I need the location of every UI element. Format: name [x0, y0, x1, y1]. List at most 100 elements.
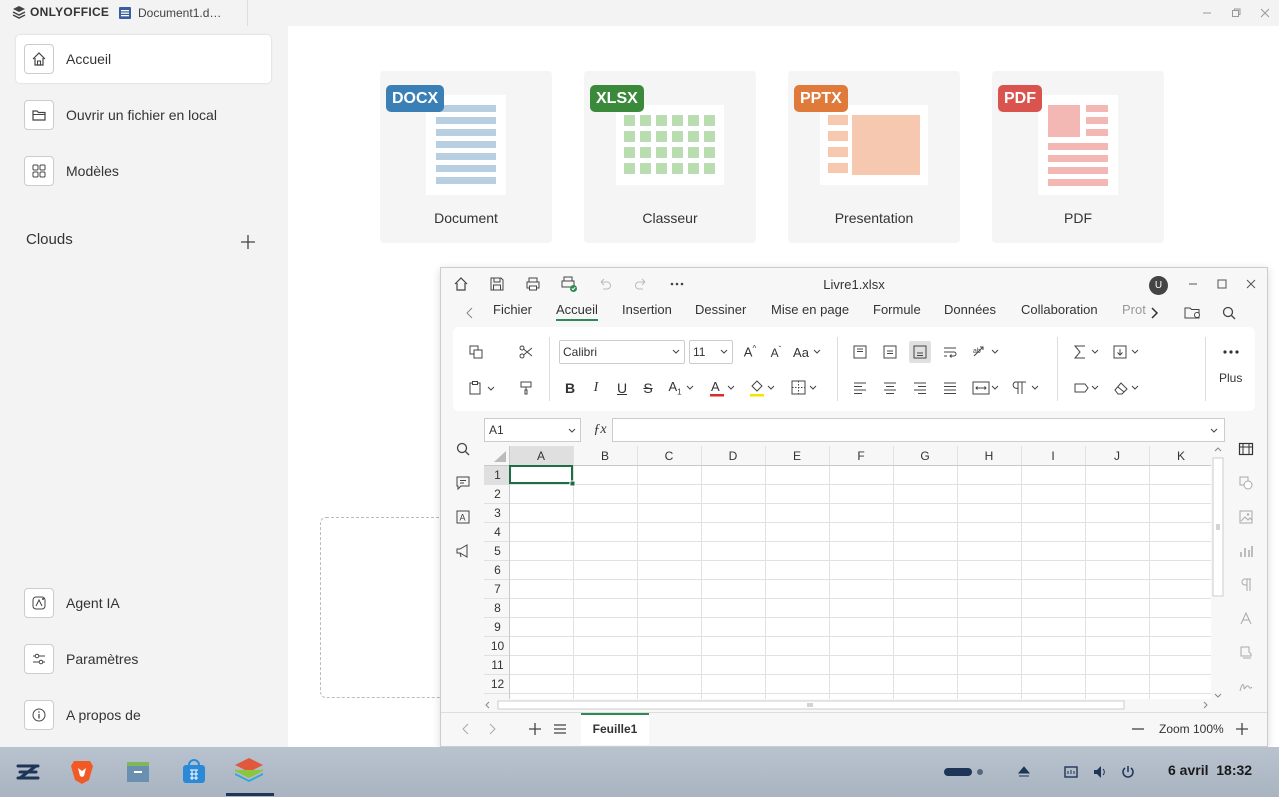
user-avatar[interactable]: U — [1149, 276, 1168, 295]
search-button[interactable] — [1218, 302, 1240, 324]
indent-button[interactable] — [1009, 377, 1045, 399]
align-left-button[interactable] — [849, 377, 871, 399]
vertical-scrollbar[interactable] — [1211, 446, 1225, 699]
insert-function-button[interactable]: ƒx — [589, 419, 611, 441]
strikethrough-button[interactable]: S — [637, 377, 659, 399]
tab-fichier[interactable]: Fichier — [493, 302, 532, 317]
maximize-button[interactable] — [1221, 0, 1250, 26]
paste-button[interactable] — [465, 377, 499, 399]
align-top-button[interactable] — [849, 341, 871, 363]
named-ranges-button[interactable] — [1069, 377, 1105, 399]
spreadsheet-grid[interactable]: A B C D E F G H I J K 1 2 3 4 5 6 7 8 9 10 11 12 — [484, 446, 1211, 699]
align-bottom-button[interactable] — [909, 341, 931, 363]
selected-cell[interactable] — [509, 465, 573, 484]
comments-button[interactable] — [452, 472, 474, 494]
align-center-button[interactable] — [879, 377, 901, 399]
add-cloud-button[interactable] — [238, 232, 258, 252]
tabs-scroll-left[interactable] — [461, 302, 479, 324]
pivot-settings-button[interactable] — [1235, 642, 1257, 664]
format-painter-button[interactable] — [515, 377, 537, 399]
files-button[interactable] — [122, 756, 154, 788]
row-header[interactable]: 1 — [494, 468, 501, 482]
change-case-button[interactable]: Aa — [789, 341, 825, 363]
italic-button[interactable]: I — [585, 377, 607, 399]
paragraph-settings-button[interactable] — [1235, 574, 1257, 596]
font-size-select[interactable]: 11 — [689, 340, 733, 364]
column-header[interactable]: K — [1177, 449, 1185, 463]
column-header[interactable]: J — [1114, 449, 1120, 463]
tab-collaboration[interactable]: Collaboration — [1021, 302, 1098, 317]
create-pdf-card[interactable]: PDF PDF — [992, 71, 1164, 243]
brave-browser-button[interactable] — [66, 756, 98, 788]
align-right-button[interactable] — [909, 377, 931, 399]
more-button[interactable] — [1219, 341, 1243, 363]
next-sheet-button[interactable] — [481, 718, 503, 740]
justify-button[interactable] — [939, 377, 961, 399]
clear-button[interactable] — [1109, 377, 1145, 399]
feedback-button[interactable] — [452, 540, 474, 562]
formula-input[interactable] — [612, 418, 1225, 442]
subscript-button[interactable]: A1 — [663, 377, 699, 399]
zoom-out-button[interactable] — [1127, 718, 1149, 740]
tab-donnees[interactable]: Données — [944, 302, 996, 317]
sidebar-item-a-propos[interactable]: A propos de — [16, 691, 271, 739]
row-header[interactable]: 11 — [491, 658, 504, 672]
column-header[interactable]: H — [985, 449, 994, 463]
zoom-in-button[interactable] — [1231, 718, 1253, 740]
fill-button[interactable] — [1109, 341, 1145, 363]
previous-sheet-button[interactable] — [455, 718, 477, 740]
column-header[interactable]: A — [537, 449, 545, 463]
copy-button[interactable] — [465, 341, 487, 363]
software-store-button[interactable] — [178, 756, 210, 788]
close-button[interactable] — [1250, 0, 1279, 26]
network-button[interactable] — [1055, 756, 1087, 788]
tab-mise-en-page[interactable]: Mise en page — [771, 302, 849, 317]
sheet-list-button[interactable] — [549, 718, 571, 740]
sidebar-item-open-local[interactable]: Ouvrir un fichier en local — [16, 91, 271, 139]
sidebar-item-accueil[interactable]: Accueil — [16, 35, 271, 83]
editor-close-button[interactable] — [1240, 273, 1262, 295]
image-settings-button[interactable] — [1235, 506, 1257, 528]
row-header[interactable]: 10 — [491, 639, 505, 653]
fill-handle[interactable] — [569, 480, 576, 487]
column-header[interactable]: D — [729, 449, 738, 463]
borders-button[interactable] — [787, 377, 823, 399]
orientation-button[interactable]: ab — [969, 341, 1005, 363]
tab-dessiner[interactable]: Dessiner — [695, 302, 746, 317]
align-middle-button[interactable] — [879, 341, 901, 363]
wrap-text-button[interactable] — [939, 341, 961, 363]
cut-button[interactable] — [515, 341, 537, 363]
merge-cells-button[interactable] — [969, 377, 1005, 399]
tabs-scroll-right[interactable] — [1145, 302, 1163, 324]
power-button[interactable] — [1112, 756, 1144, 788]
font-color-button[interactable]: A — [705, 377, 741, 399]
decrease-font-button[interactable]: Aˇ — [765, 341, 787, 363]
column-header[interactable]: F — [857, 449, 864, 463]
tab-protection[interactable]: Prot — [1122, 302, 1146, 317]
row-header[interactable]: 8 — [494, 601, 501, 615]
spellcheck-button[interactable]: A — [452, 506, 474, 528]
bold-button[interactable]: B — [559, 377, 581, 399]
column-header[interactable]: G — [920, 449, 929, 463]
minimize-button[interactable] — [1192, 0, 1221, 26]
column-header[interactable]: B — [601, 449, 609, 463]
create-presentation-card[interactable]: PPTX Presentation — [788, 71, 960, 243]
cell-settings-button[interactable] — [1235, 438, 1257, 460]
tab-accueil[interactable]: Accueil — [556, 302, 598, 321]
row-header[interactable]: 5 — [494, 544, 501, 558]
underline-button[interactable]: U — [611, 377, 633, 399]
create-spreadsheet-card[interactable]: XLSX Classeur — [584, 71, 756, 243]
eject-button[interactable] — [1008, 756, 1040, 788]
font-name-select[interactable]: Calibri — [559, 340, 685, 364]
shape-settings-button[interactable] — [1235, 472, 1257, 494]
column-header[interactable]: I — [1051, 449, 1054, 463]
increase-font-button[interactable]: A^ — [739, 341, 761, 363]
sidebar-item-parametres[interactable]: Paramètres — [16, 635, 271, 683]
clock[interactable]: 6 avril 18:32 — [1168, 762, 1252, 778]
row-header[interactable]: 4 — [494, 525, 501, 539]
document-tab[interactable]: Document1.d… — [108, 0, 248, 26]
tab-insertion[interactable]: Insertion — [622, 302, 672, 317]
chart-settings-button[interactable] — [1235, 540, 1257, 562]
cell-grid[interactable]: A B C D E F G H I J K123456789101112 — [484, 446, 1211, 699]
column-header[interactable]: C — [665, 449, 674, 463]
